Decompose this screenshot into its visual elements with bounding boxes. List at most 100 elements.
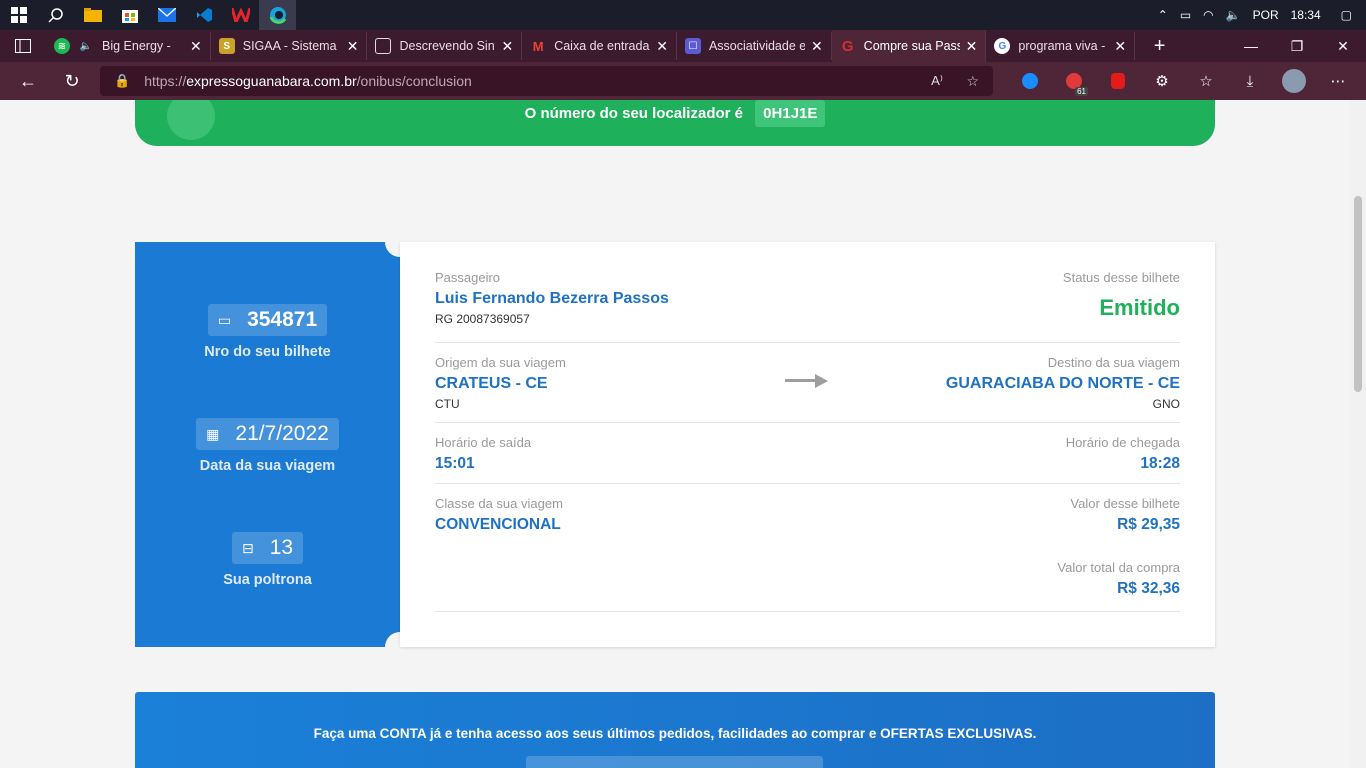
origin-code: CTU <box>435 397 460 411</box>
origin-city: CRATEUS - CE <box>435 375 548 392</box>
close-icon[interactable]: ✕ <box>347 38 359 55</box>
volume-icon[interactable]: 🔈 <box>1226 8 1241 22</box>
promo-button[interactable] <box>526 756 823 768</box>
battery-icon[interactable]: ▭ <box>1180 8 1191 22</box>
tab-label: Caixa de entrada <box>554 39 650 53</box>
promo-text: Faça uma CONTA já e tenha acesso aos seu… <box>313 726 1037 741</box>
extensions-area: 61 ⚙ ☆ ⤓ ⋯ <box>1008 62 1366 100</box>
close-icon[interactable]: ✕ <box>656 38 668 55</box>
sigaa-icon: S <box>218 38 235 54</box>
tab-big-energy[interactable]: ≋ 🔈 Big Energy - ✕ <box>46 32 211 60</box>
seat-block: ⊟ 13 Sua poltrona <box>135 532 400 588</box>
document-icon <box>375 38 392 54</box>
lock-icon[interactable]: 🔒 <box>114 73 130 89</box>
mail-icon[interactable] <box>148 0 185 30</box>
class-value: CONVENCIONAL <box>435 516 561 533</box>
back-icon[interactable]: ← <box>6 62 50 100</box>
page-scrollbar[interactable] <box>1350 100 1366 768</box>
seat-chip: ⊟ 13 <box>231 532 304 564</box>
guanabara-icon: G <box>841 37 854 55</box>
tab-actions-icon[interactable] <box>0 30 46 62</box>
tab-label: SIGAA - Sistema I <box>242 39 341 53</box>
close-icon[interactable]: ✕ <box>1114 38 1126 55</box>
ticket-summary-panel: ▭ 354871 Nro do seu bilhete ▦ 21/7/2022 … <box>135 242 400 647</box>
ticket-number-chip: ▭ 354871 <box>207 304 328 336</box>
close-icon[interactable]: ✕ <box>966 38 978 55</box>
ticket-card: ▭ 354871 Nro do seu bilhete ▦ 21/7/2022 … <box>135 227 1215 662</box>
page-content: O número do seu localizador é 0H1J1E ▭ 3… <box>0 100 1350 768</box>
google-icon: G <box>994 38 1011 54</box>
downloads-icon[interactable]: ⤓ <box>1228 62 1272 100</box>
minimize-icon[interactable]: — <box>1228 30 1274 62</box>
hand-stop-icon[interactable] <box>1096 62 1140 100</box>
ticket-number-caption: Nro do seu bilhete <box>204 344 331 360</box>
destination-code: GNO <box>1152 397 1180 411</box>
tab-label: Big Energy - <box>102 39 171 53</box>
ticket-icon: ▭ <box>217 311 232 328</box>
windows-start-icon[interactable] <box>0 0 37 30</box>
tab-programa-viva[interactable]: G programa viva - P ✕ <box>986 32 1136 60</box>
new-tab-icon[interactable]: + <box>1141 30 1178 62</box>
locator-text: O número do seu localizador é <box>524 105 743 122</box>
gmail-icon: M <box>532 38 544 54</box>
tab-associatividade[interactable]: ☐ Associatividade e ✕ <box>677 32 832 60</box>
passenger-row: Passageiro Luis Fernando Bezerra Passos … <box>435 270 1180 343</box>
departure-time: 15:01 <box>435 455 475 472</box>
locator-banner: O número do seu localizador é 0H1J1E <box>135 100 1215 146</box>
ticket-details-panel: Passageiro Luis Fernando Bezerra Passos … <box>400 242 1215 647</box>
travel-date-chip: ▦ 21/7/2022 <box>196 418 339 450</box>
scrollbar-thumb[interactable] <box>1354 196 1362 392</box>
passenger-label: Passageiro <box>435 270 501 285</box>
spotify-icon: ≋ <box>54 38 70 54</box>
ticket-number-block: ▭ 354871 Nro do seu bilhete <box>135 304 400 360</box>
close-icon[interactable]: ✕ <box>811 38 823 55</box>
extensions-icon[interactable]: ⚙ <box>1140 62 1184 100</box>
associatividade-icon: ☐ <box>684 38 701 54</box>
edge-icon[interactable] <box>259 0 296 30</box>
more-menu-icon[interactable]: ⋯ <box>1316 62 1360 100</box>
locator-code: 0H1J1E <box>755 100 826 127</box>
tab-descrevendo[interactable]: Descrevendo Sint ✕ <box>367 32 523 60</box>
seat-number: 13 <box>269 536 294 559</box>
favorites-icon[interactable]: ☆ <box>1184 62 1228 100</box>
calendar-icon: ▦ <box>206 425 220 442</box>
windows-taskbar: ⌃ ▭ ◠ 🔈 POR 18:34 ▢ <box>0 0 1366 30</box>
wps-icon[interactable] <box>222 0 259 30</box>
address-bar[interactable]: 🔒 https://expressoguanabara.com.br/onibu… <box>100 66 993 96</box>
language-indicator[interactable]: POR <box>1253 8 1279 22</box>
departure-label: Horário de saída <box>435 435 532 450</box>
wifi-icon[interactable]: ◠ <box>1203 8 1213 22</box>
notifications-icon[interactable]: ▢ <box>1341 8 1352 22</box>
vscode-icon[interactable] <box>185 0 222 30</box>
search-icon[interactable] <box>37 0 74 30</box>
chevron-up-icon[interactable]: ⌃ <box>1158 8 1168 22</box>
close-icon[interactable]: ✕ <box>190 38 202 55</box>
tab-label: Associatividade e <box>708 39 805 53</box>
window-controls: — ❐ ✕ <box>1228 30 1366 62</box>
total-label: Valor total da compra <box>1057 560 1180 575</box>
profile-avatar[interactable] <box>1272 62 1316 100</box>
clock[interactable]: 18:34 <box>1291 8 1321 22</box>
tab-sigaa[interactable]: S SIGAA - Sistema I ✕ <box>211 32 368 60</box>
travel-date-block: ▦ 21/7/2022 Data da sua viagem <box>135 418 400 474</box>
file-explorer-icon[interactable] <box>74 0 111 30</box>
restore-icon[interactable]: ❐ <box>1274 30 1320 62</box>
price-value: R$ 29,35 <box>1117 516 1180 533</box>
store-icon[interactable] <box>111 0 148 30</box>
origin-label: Origem da sua viagem <box>435 355 566 370</box>
close-window-icon[interactable]: ✕ <box>1320 30 1366 62</box>
read-aloud-icon[interactable]: A⁾ <box>931 73 943 89</box>
shazam-icon[interactable] <box>1008 62 1052 100</box>
adblock-icon[interactable]: 61 <box>1052 62 1096 100</box>
favorite-add-icon[interactable]: ☆ <box>966 73 979 90</box>
speaker-icon[interactable]: 🔈 <box>78 38 94 54</box>
tab-gmail[interactable]: M Caixa de entrada ✕ <box>522 32 677 60</box>
browser-tab-bar: ≋ 🔈 Big Energy - ✕ S SIGAA - Sistema I ✕… <box>0 30 1366 62</box>
tab-label: programa viva - P <box>1018 39 1109 53</box>
tab-label: Compre sua Pass <box>863 39 960 53</box>
schedule-row: Horário de saída 15:01 Horário de chegad… <box>435 435 1180 484</box>
refresh-icon[interactable]: ↻ <box>50 62 94 100</box>
arrival-label: Horário de chegada <box>1065 435 1180 450</box>
tab-compre-sua-passagem[interactable]: G Compre sua Pass ✕ <box>831 30 987 62</box>
close-icon[interactable]: ✕ <box>501 38 513 55</box>
